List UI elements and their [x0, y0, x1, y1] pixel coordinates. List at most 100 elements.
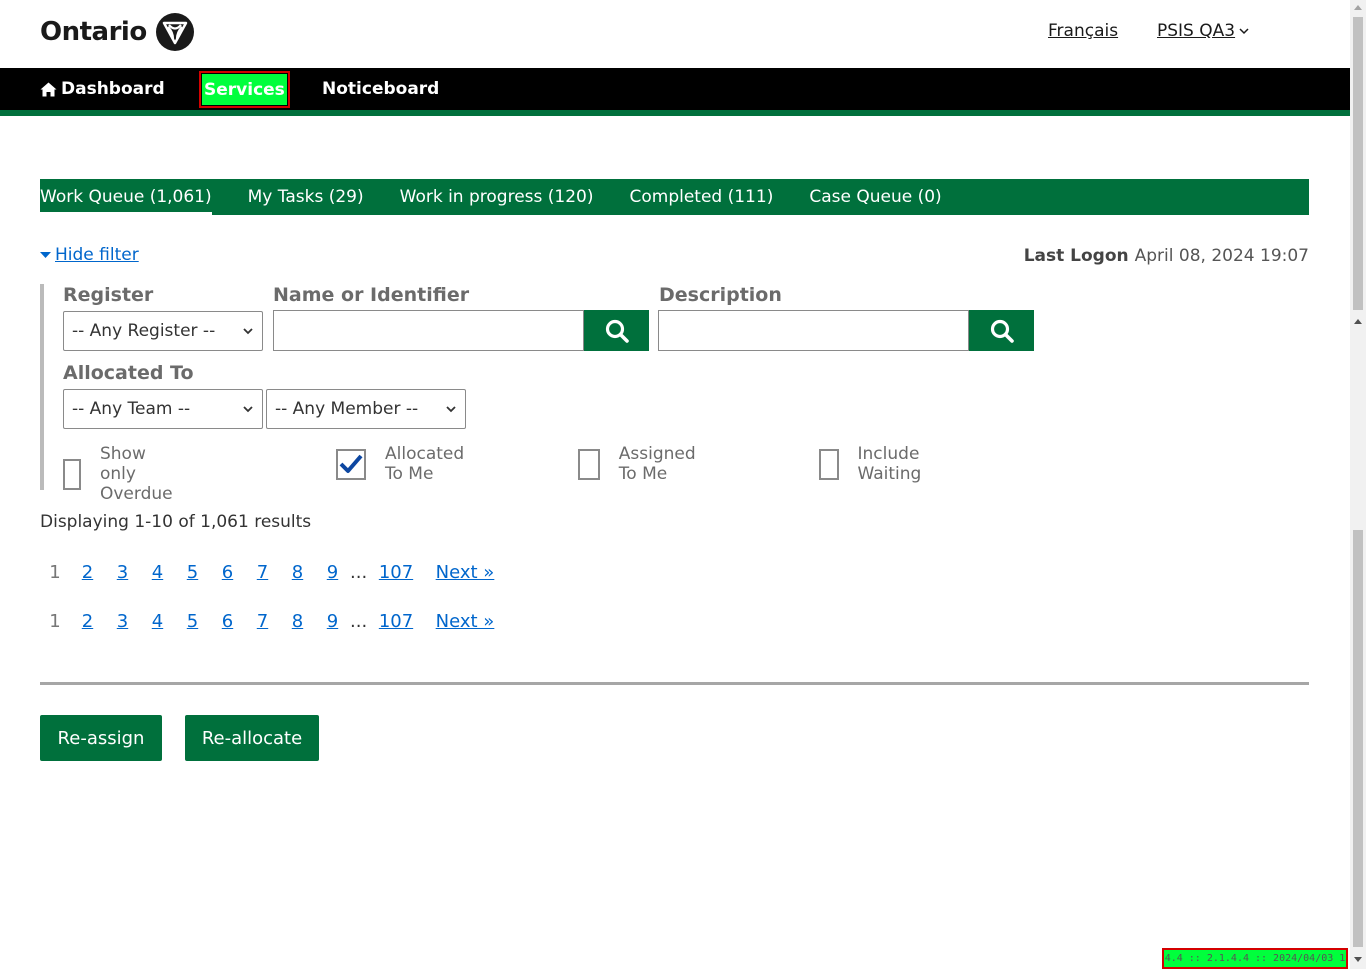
page-link[interactable]: 9	[315, 562, 350, 583]
vertical-scrollbar[interactable]	[1350, 0, 1366, 969]
member-select-value: -- Any Member --	[275, 399, 419, 419]
checkbox-box[interactable]	[63, 458, 81, 490]
checkbox-label: Allocated To Me	[385, 444, 465, 484]
hide-filter-link[interactable]: Hide filter	[40, 245, 139, 265]
main-nav: Dashboard Services Noticeboard	[0, 68, 1350, 110]
pagination-bottom: 1 2 3 4 5 6 7 8 9 ... 107 Next »	[40, 608, 500, 634]
name-identifier-label: Name or Identifier	[273, 284, 470, 306]
scrollbar-thumb[interactable]	[1353, 530, 1363, 947]
page-link[interactable]: 5	[175, 562, 210, 583]
checkbox-box[interactable]	[578, 448, 600, 480]
language-link[interactable]: Français	[1048, 21, 1118, 41]
checkbox-label: Assigned To Me	[618, 444, 696, 484]
version-badge: 2.1.4.4 :: 2.1.4.4 :: 2024/04/03 13:48	[1162, 948, 1348, 969]
tab-work-queue[interactable]: Work Queue (1,061)	[40, 179, 212, 215]
allocated-to-me-checkbox[interactable]: Allocated To Me	[336, 444, 465, 484]
assigned-to-me-checkbox[interactable]: Assigned To Me	[578, 444, 705, 484]
results-summary: Displaying 1-10 of 1,061 results	[40, 512, 312, 532]
user-menu[interactable]: PSIS QA3	[1157, 21, 1249, 41]
description-search	[658, 310, 1034, 351]
description-input[interactable]	[658, 310, 969, 351]
chevron-down-icon	[446, 406, 456, 413]
search-icon	[605, 319, 629, 343]
include-waiting-checkbox[interactable]: Include Waiting	[819, 444, 933, 484]
tab-case-queue[interactable]: Case Queue (0)	[809, 179, 941, 215]
register-label: Register	[63, 284, 154, 306]
nav-stripe	[0, 110, 1350, 116]
register-select[interactable]: -- Any Register --	[63, 311, 263, 351]
nav-dashboard-label: Dashboard	[61, 79, 165, 99]
tab-my-tasks[interactable]: My Tasks (29)	[248, 179, 364, 215]
page-link-last[interactable]: 107	[376, 611, 416, 632]
page-link[interactable]: 8	[280, 562, 315, 583]
page-link[interactable]: 4	[140, 611, 175, 632]
allocated-to-label: Allocated To	[63, 362, 194, 384]
register-select-value: -- Any Register --	[72, 321, 216, 341]
checkmark-icon	[339, 454, 363, 473]
section-divider	[40, 682, 1309, 685]
scrollbar-thumb[interactable]	[1353, 17, 1363, 310]
tab-completed[interactable]: Completed (111)	[629, 179, 773, 215]
name-identifier-input[interactable]	[273, 310, 584, 351]
next-page-link[interactable]: Next »	[430, 562, 500, 583]
scroll-down-icon[interactable]	[1354, 957, 1362, 963]
team-select[interactable]: -- Any Team --	[63, 389, 263, 429]
pagination-top: 1 2 3 4 5 6 7 8 9 ... 107 Next »	[40, 559, 500, 585]
reallocate-button[interactable]: Re-allocate	[185, 715, 319, 761]
page-link[interactable]: 2	[70, 562, 105, 583]
brand-name: Ontario	[40, 17, 147, 47]
name-search-button[interactable]	[584, 310, 649, 351]
page-link[interactable]: 6	[210, 562, 245, 583]
checkbox-label: Include Waiting	[857, 444, 922, 484]
page: Ontario Français PSIS QA3 Dashboard Serv…	[0, 0, 1350, 969]
page-link[interactable]: 9	[315, 611, 350, 632]
queue-tabs: Work Queue (1,061) My Tasks (29) Work in…	[40, 179, 1309, 215]
page-link[interactable]: 3	[105, 611, 140, 632]
page-link[interactable]: 7	[245, 611, 280, 632]
page-link[interactable]: 4	[140, 562, 175, 583]
description-search-button[interactable]	[969, 310, 1034, 351]
page-link[interactable]: 5	[175, 611, 210, 632]
page-ellipsis: ...	[350, 610, 368, 632]
last-logon: Last Logon April 08, 2024 19:07	[1024, 246, 1309, 266]
trillium-logo-icon	[155, 13, 194, 51]
page-ellipsis: ...	[350, 561, 368, 583]
last-logon-label: Last Logon	[1023, 246, 1129, 266]
checkbox-box[interactable]	[336, 448, 366, 480]
page-link-last[interactable]: 107	[376, 562, 416, 583]
chevron-down-icon	[243, 328, 253, 335]
nav-services[interactable]: Services	[199, 71, 290, 108]
caret-down-icon	[40, 252, 51, 258]
checkbox-label: Show only Overdue	[99, 444, 173, 504]
page-link[interactable]: 6	[210, 611, 245, 632]
user-menu-label: PSIS QA3	[1157, 21, 1236, 41]
page-current: 1	[49, 610, 61, 632]
nav-noticeboard-label: Noticeboard	[322, 79, 440, 99]
nav-noticeboard[interactable]: Noticeboard	[322, 68, 439, 110]
next-page-link[interactable]: Next »	[430, 611, 500, 632]
description-label: Description	[659, 284, 782, 306]
checkbox-box[interactable]	[819, 448, 839, 480]
scroll-up-icon[interactable]	[1354, 4, 1362, 10]
site-header: Ontario Français PSIS QA3	[0, 0, 1350, 68]
reassign-button[interactable]: Re-assign	[40, 715, 162, 761]
home-icon	[40, 82, 57, 96]
page-link[interactable]: 8	[280, 611, 315, 632]
ontario-logo[interactable]: Ontario	[40, 12, 195, 52]
page-link[interactable]: 3	[105, 562, 140, 583]
show-only-overdue-checkbox[interactable]: Show only Overdue	[63, 444, 186, 504]
chevron-down-icon	[243, 406, 253, 413]
hide-filter-label: Hide filter	[55, 245, 139, 265]
scroll-up-icon[interactable]	[1354, 318, 1362, 324]
nav-dashboard[interactable]: Dashboard	[40, 68, 165, 110]
page-link[interactable]: 2	[70, 611, 105, 632]
chevron-down-icon	[1239, 28, 1249, 35]
tab-work-in-progress[interactable]: Work in progress (120)	[400, 179, 594, 215]
nav-services-label: Services	[204, 79, 285, 100]
page-current: 1	[49, 561, 61, 583]
search-icon	[990, 319, 1014, 343]
last-logon-value: April 08, 2024 19:07	[1134, 246, 1309, 266]
page-link[interactable]: 7	[245, 562, 280, 583]
member-select[interactable]: -- Any Member --	[266, 389, 466, 429]
team-select-value: -- Any Team --	[72, 399, 191, 419]
